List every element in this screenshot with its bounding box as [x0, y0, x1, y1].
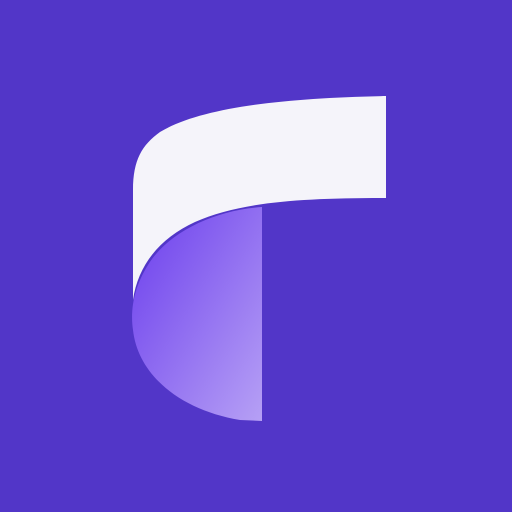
logo-icon	[0, 0, 512, 512]
app-icon	[0, 0, 512, 512]
